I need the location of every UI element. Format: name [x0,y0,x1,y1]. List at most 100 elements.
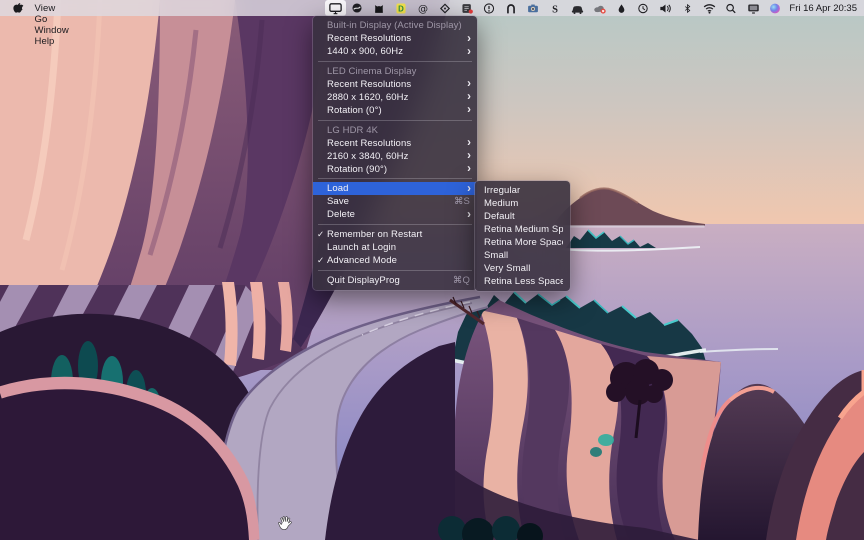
menu-item-label: Retina Medium Space [484,224,563,235]
notes-badge-icon[interactable] [456,0,478,16]
menu-item-remember-on-restart[interactable]: ✓Remember on Restart [313,228,477,241]
exclamation-circle-icon[interactable] [478,0,500,16]
magnet-icon[interactable] [500,0,522,16]
display-settings-icon[interactable] [742,0,764,16]
compass-icon[interactable] [434,0,456,16]
menu-separator [318,224,472,225]
submenu-arrow-icon: › [467,34,471,44]
s-letter-icon[interactable]: S [544,0,566,16]
svg-text:S: S [552,4,558,15]
menu-item-label: Default [484,211,563,222]
siri-icon[interactable] [764,0,786,16]
menu-header-built-in-display-active-display: Built-in Display (Active Display) [313,19,477,32]
menu-item-label: Retina More Space [484,237,563,248]
menu-item-label: Recent Resolutions [327,79,467,90]
submenu-arrow-icon: › [467,164,471,174]
menu-item-label: Quit DisplayProg [327,275,447,286]
menu-item-delete[interactable]: Delete› [313,208,477,221]
menu-item-label: LG HDR 4K [327,125,470,136]
camera-icon[interactable] [522,0,544,16]
menu-item-label: Rotation (0°) [327,105,467,116]
menu-item-label: 2160 x 3840, 60Hz [327,151,467,162]
at-circle-icon[interactable]: @ [412,0,434,16]
menu-item-label: Advanced Mode [327,255,470,266]
swirl-icon[interactable] [346,0,368,16]
menu-item-label: Rotation (90°) [327,164,467,175]
menu-header-led-cinema-display: LED Cinema Display [313,65,477,78]
vehicle-icon[interactable] [566,0,588,16]
submenu-arrow-icon: › [467,92,471,102]
apple-menu[interactable] [13,2,24,15]
menu-item-label: LED Cinema Display [327,66,470,77]
menu-item-label: Delete [327,209,467,220]
menu-item-label: 1440 x 900, 60Hz [327,46,467,57]
menu-item-label: Very Small [484,263,563,274]
apple-logo-icon [13,2,24,15]
cloud-error-icon[interactable] [588,0,610,16]
search-icon[interactable] [720,0,742,16]
bluetooth-icon[interactable] [676,0,698,16]
menu-item-recent-resolutions[interactable]: Recent Resolutions› [313,78,477,91]
menu-item-recent-resolutions[interactable]: Recent Resolutions› [313,32,477,45]
menu-item-label: Load [327,183,467,194]
menubar-item-window[interactable]: Window [28,25,75,36]
menu-item-very-small[interactable]: Very Small [475,262,570,275]
menubar-status-area: D @ S [325,0,864,16]
menu-item-retina-more-space[interactable]: Retina More Space [475,236,570,249]
wifi-icon[interactable] [698,0,720,16]
time-machine-icon[interactable] [632,0,654,16]
menu-item-advanced-mode[interactable]: ✓Advanced Mode [313,254,477,267]
menu-item-retina-medium-space[interactable]: Retina Medium Space [475,223,570,236]
menu-item-label: Irregular [484,185,563,196]
menu-item-launch-at-login[interactable]: Launch at Login [313,241,477,254]
menu-item-label: Recent Resolutions [327,138,467,149]
menu-item-load[interactable]: Load› [313,182,477,195]
menu-item-label: 2880 x 1620, 60Hz [327,92,467,103]
volume-icon[interactable] [654,0,676,16]
menu-item-default[interactable]: Default [475,210,570,223]
displayprog-menu: Built-in Display (Active Display)Recent … [313,16,477,290]
shortcut-label: ⌘Q [453,275,470,286]
submenu-arrow-icon: › [467,105,471,115]
menubar-left: FinderFileEditViewGoWindowHelp [0,0,75,16]
menu-separator [318,120,472,121]
menu-item-2880-x-1620-60hz[interactable]: 2880 x 1620, 60Hz› [313,91,477,104]
menu-item-label: Remember on Restart [327,229,470,240]
menubar-app-menus: FinderFileEditViewGoWindowHelp [28,0,75,47]
menu-header-lg-hdr-4k: LG HDR 4K [313,124,477,137]
menu-item-label: Recent Resolutions [327,33,467,44]
submenu-arrow-icon: › [467,47,471,57]
cat-icon[interactable] [368,0,390,16]
menubar-item-view[interactable]: View [28,3,75,14]
menubar-clock[interactable]: Fri 16 Apr 20:35 [789,3,857,14]
menu-item-label: Small [484,250,563,261]
submenu-arrow-icon: › [467,79,471,89]
svg-text:@: @ [418,3,428,14]
menu-item-1440-x-900-60hz[interactable]: 1440 x 900, 60Hz› [313,45,477,58]
menu-item-label: Retina Less Space [484,276,563,287]
submenu-arrow-icon: › [467,210,471,220]
d-app-icon[interactable]: D [390,0,412,16]
menu-item-irregular[interactable]: Irregular [475,184,570,197]
submenu-arrow-icon: › [467,151,471,161]
menubar-item-go[interactable]: Go [28,14,75,25]
menu-item-rotation-90[interactable]: Rotation (90°)› [313,163,477,176]
menu-item-label: Launch at Login [327,242,470,253]
menu-item-small[interactable]: Small [475,249,570,262]
menu-bar: FinderFileEditViewGoWindowHelp D @ [0,0,864,16]
submenu-arrow-icon: › [467,138,471,148]
menu-item-2160-x-3840-60hz[interactable]: 2160 x 3840, 60Hz› [313,150,477,163]
menu-item-retina-less-space[interactable]: Retina Less Space [475,275,570,288]
ink-drop-icon[interactable] [610,0,632,16]
menu-item-rotation-0[interactable]: Rotation (0°)› [313,104,477,117]
menu-item-medium[interactable]: Medium [475,197,570,210]
load-submenu: IrregularMediumDefault Retina Medium Spac… [475,181,570,291]
svg-text:D: D [399,4,405,13]
shortcut-label: ⌘S [454,196,470,207]
menubar-item-help[interactable]: Help [28,36,75,47]
menu-item-recent-resolutions[interactable]: Recent Resolutions› [313,137,477,150]
menu-item-quit-displayprog[interactable]: Quit DisplayProg ⌘Q [313,274,477,287]
active-monitor-icon[interactable] [325,0,346,16]
menu-separator [318,178,472,179]
menu-item-save[interactable]: Save⌘S [313,195,477,208]
